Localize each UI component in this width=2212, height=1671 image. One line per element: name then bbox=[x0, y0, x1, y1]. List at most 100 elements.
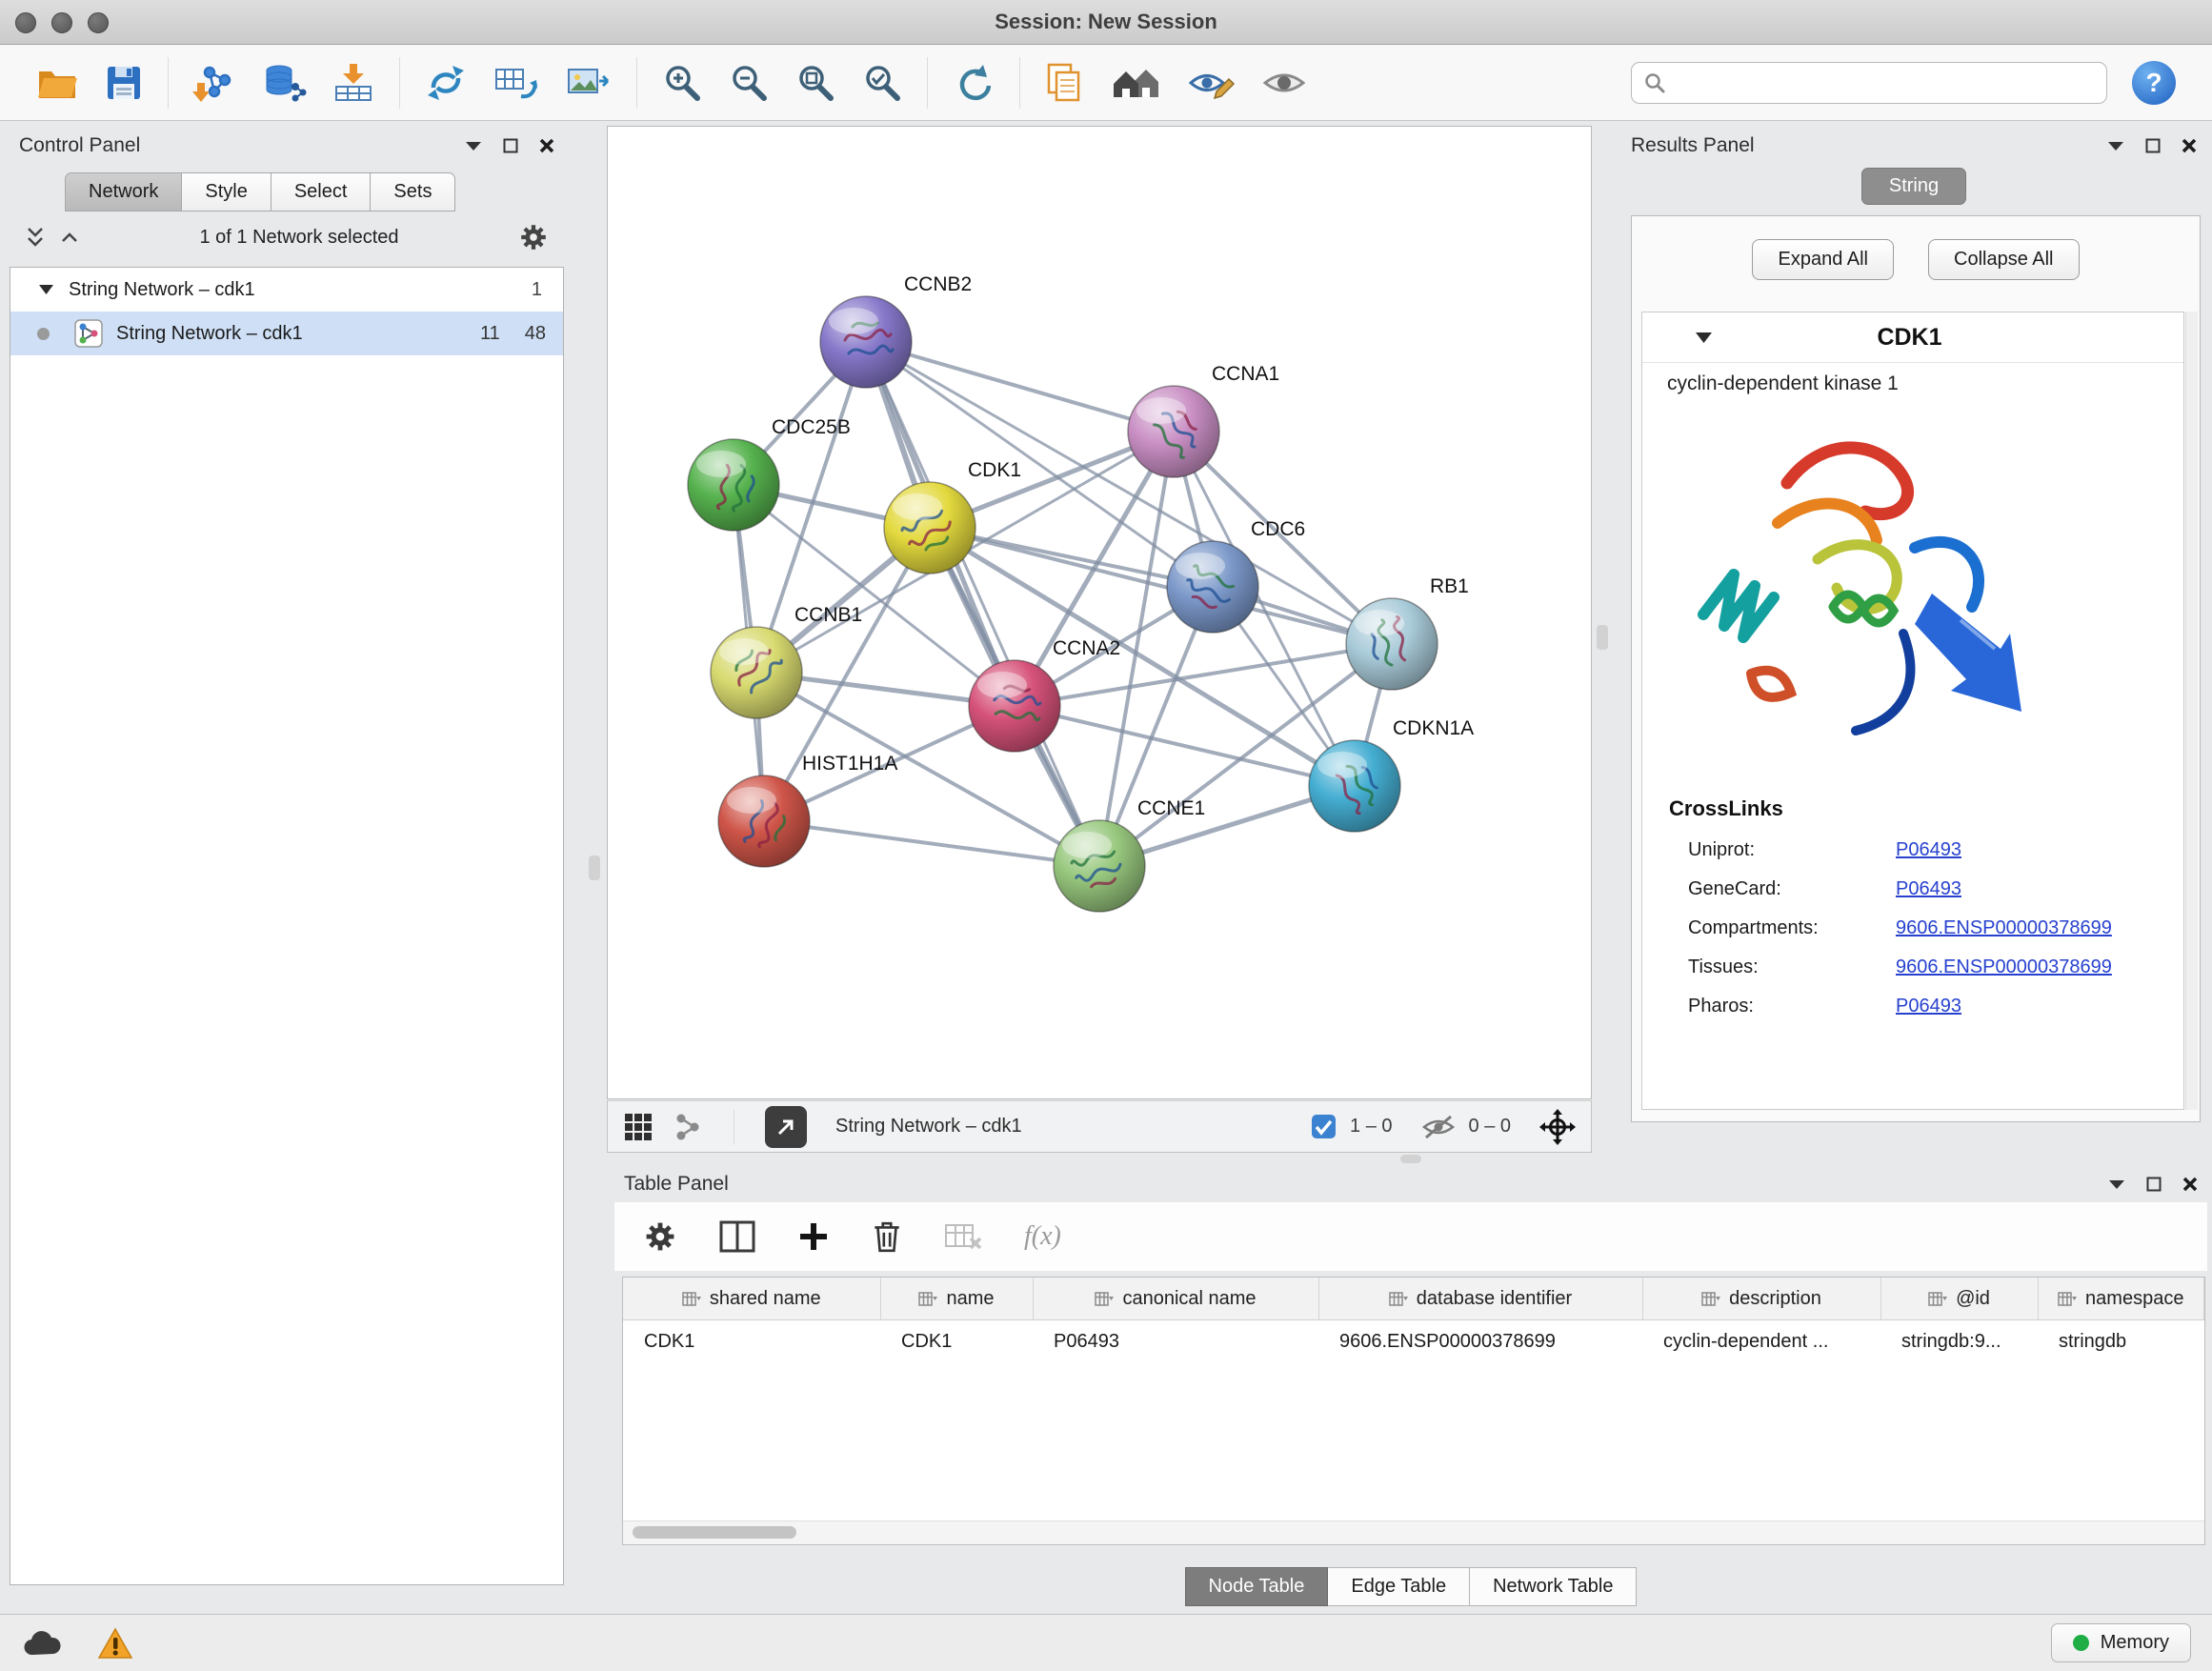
table-cell[interactable]: stringdb bbox=[2038, 1320, 2204, 1363]
new-network-from-table-button[interactable] bbox=[480, 62, 553, 104]
save-session-button[interactable] bbox=[91, 63, 156, 103]
tab-node-table[interactable]: Node Table bbox=[1185, 1567, 1329, 1606]
panel-float-button[interactable] bbox=[2145, 138, 2161, 153]
crosslink-link[interactable]: 9606.ENSP00000378699 bbox=[1896, 956, 2112, 978]
export-image-button[interactable] bbox=[553, 62, 625, 104]
table-splitter-handle[interactable] bbox=[1400, 1155, 1421, 1163]
network-view-button[interactable] bbox=[673, 1112, 703, 1142]
tab-network[interactable]: Network bbox=[65, 172, 181, 211]
network-node[interactable] bbox=[718, 775, 810, 867]
table-horizontal-scrollbar[interactable] bbox=[623, 1520, 2204, 1544]
table-cell[interactable]: CDK1 bbox=[623, 1320, 880, 1363]
network-node[interactable] bbox=[820, 296, 912, 388]
create-column-button[interactable] bbox=[797, 1220, 830, 1253]
expand-all-tree-button[interactable] bbox=[25, 226, 46, 249]
table-cell[interactable]: stringdb:9... bbox=[1880, 1320, 2038, 1363]
network-edge[interactable] bbox=[930, 528, 1392, 644]
warnings-button[interactable] bbox=[97, 1627, 133, 1660]
show-hide-graphics-button[interactable] bbox=[1175, 62, 1249, 104]
crosslink-link[interactable]: 9606.ENSP00000378699 bbox=[1896, 917, 2112, 939]
network-node[interactable] bbox=[1167, 541, 1258, 633]
tab-network-table[interactable]: Network Table bbox=[1470, 1567, 1637, 1606]
panel-collapse-button[interactable] bbox=[2108, 1179, 2125, 1190]
panel-collapse-button[interactable] bbox=[2107, 141, 2124, 151]
column-header[interactable]: namespace bbox=[2038, 1278, 2204, 1320]
table-row[interactable]: CDK1 CDK1 P06493 9606.ENSP00000378699 cy… bbox=[623, 1320, 2204, 1363]
tab-sets[interactable]: Sets bbox=[370, 172, 455, 211]
window-maximize-button[interactable] bbox=[88, 12, 109, 33]
network-edge[interactable] bbox=[866, 342, 1099, 866]
panel-float-button[interactable] bbox=[503, 138, 518, 153]
panel-close-button[interactable] bbox=[2182, 138, 2197, 153]
collapse-all-button[interactable]: Collapse All bbox=[1928, 239, 2080, 280]
tab-style[interactable]: Style bbox=[181, 172, 270, 211]
zoom-selected-button[interactable] bbox=[849, 62, 915, 104]
panel-close-button[interactable] bbox=[539, 138, 554, 153]
delete-table-button[interactable] bbox=[944, 1221, 982, 1252]
network-collection-row[interactable]: String Network – cdk1 1 bbox=[10, 268, 563, 312]
network-node[interactable] bbox=[1054, 820, 1145, 912]
table-options-button[interactable] bbox=[643, 1219, 677, 1254]
network-node[interactable] bbox=[1346, 598, 1438, 690]
column-header[interactable]: @id bbox=[1880, 1278, 2038, 1320]
birds-eye-view-button[interactable] bbox=[765, 1106, 807, 1148]
copy-button[interactable] bbox=[1032, 61, 1098, 105]
panel-collapse-button[interactable] bbox=[465, 141, 482, 151]
help-button[interactable]: ? bbox=[2132, 61, 2176, 105]
gene-section-header[interactable]: CDK1 bbox=[1642, 312, 2183, 363]
zoom-in-button[interactable] bbox=[649, 62, 715, 104]
table-cell[interactable]: CDK1 bbox=[880, 1320, 1033, 1363]
import-network-file-button[interactable] bbox=[180, 62, 249, 104]
function-builder-button[interactable]: f(x) bbox=[1024, 1221, 1061, 1252]
column-header[interactable]: database identifier bbox=[1318, 1278, 1642, 1320]
network-node[interactable] bbox=[711, 627, 802, 718]
column-header[interactable]: canonical name bbox=[1033, 1278, 1318, 1320]
network-node[interactable] bbox=[1309, 740, 1400, 832]
network-node[interactable] bbox=[1128, 386, 1219, 477]
column-header[interactable]: shared name bbox=[623, 1278, 880, 1320]
search-input[interactable] bbox=[1674, 70, 2095, 94]
table-cell[interactable]: 9606.ENSP00000378699 bbox=[1318, 1320, 1642, 1363]
window-minimize-button[interactable] bbox=[51, 12, 72, 33]
network-node[interactable] bbox=[884, 482, 975, 574]
network-canvas[interactable]: CCNB2CCNA1CDC25BCDK1CDC6RB1CCNB1CCNA2CDK… bbox=[607, 126, 1592, 1099]
network-options-button[interactable] bbox=[518, 222, 549, 252]
delete-column-button[interactable] bbox=[872, 1219, 902, 1254]
network-row[interactable]: String Network – cdk1 11 48 bbox=[10, 312, 563, 355]
expand-all-button[interactable]: Expand All bbox=[1752, 239, 1894, 280]
network-node[interactable] bbox=[969, 660, 1060, 752]
results-scrollbar[interactable] bbox=[2185, 312, 2198, 1110]
crosslink-link[interactable]: P06493 bbox=[1896, 878, 1961, 900]
memory-button[interactable]: Memory bbox=[2051, 1623, 2191, 1662]
home-button[interactable] bbox=[1098, 62, 1175, 104]
show-graphics-details-button[interactable] bbox=[1249, 62, 1319, 104]
crosslink-link[interactable]: P06493 bbox=[1896, 996, 1961, 1017]
network-edge[interactable] bbox=[866, 342, 1174, 432]
crosslink-link[interactable]: P06493 bbox=[1896, 839, 1961, 861]
refresh-view-button[interactable] bbox=[939, 62, 1008, 104]
import-network-database-button[interactable] bbox=[249, 62, 319, 104]
collapse-all-tree-button[interactable] bbox=[59, 226, 80, 249]
left-splitter-handle[interactable] bbox=[589, 856, 600, 880]
column-header[interactable]: description bbox=[1642, 1278, 1880, 1320]
table-cell[interactable]: P06493 bbox=[1033, 1320, 1318, 1363]
fit-selected-button[interactable] bbox=[1539, 1109, 1576, 1145]
scrollbar-thumb[interactable] bbox=[633, 1526, 796, 1539]
right-splitter-handle[interactable] bbox=[1597, 625, 1608, 650]
window-close-button[interactable] bbox=[15, 12, 36, 33]
zoom-out-button[interactable] bbox=[715, 62, 782, 104]
cloud-status-button[interactable] bbox=[21, 1628, 63, 1659]
network-edge[interactable] bbox=[1015, 706, 1355, 786]
panel-float-button[interactable] bbox=[2146, 1177, 2162, 1192]
network-edge[interactable] bbox=[764, 821, 1099, 866]
open-session-button[interactable] bbox=[23, 63, 91, 103]
panel-close-button[interactable] bbox=[2182, 1177, 2198, 1192]
tab-select[interactable]: Select bbox=[271, 172, 371, 211]
tab-string[interactable]: String bbox=[1861, 168, 1966, 205]
network-node[interactable] bbox=[688, 439, 779, 531]
table-cell[interactable]: cyclin-dependent ... bbox=[1642, 1320, 1880, 1363]
tab-edge-table[interactable]: Edge Table bbox=[1328, 1567, 1470, 1606]
zoom-fit-button[interactable] bbox=[782, 62, 849, 104]
new-network-button[interactable] bbox=[412, 62, 480, 104]
column-header[interactable]: name bbox=[880, 1278, 1033, 1320]
